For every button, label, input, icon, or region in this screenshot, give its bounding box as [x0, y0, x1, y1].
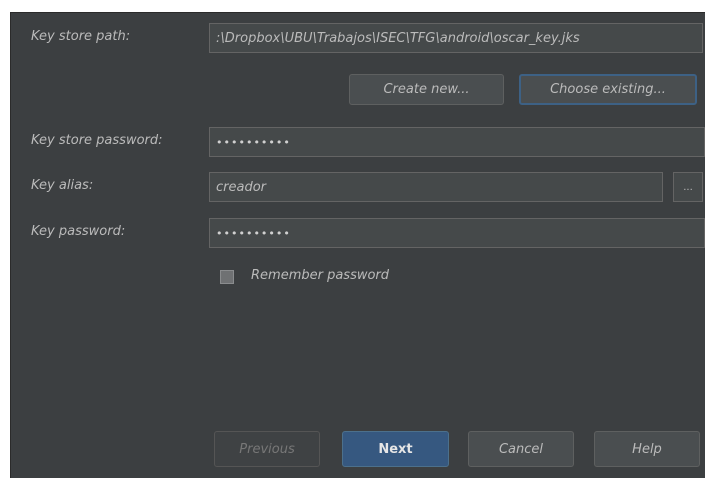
key-alias-field[interactable]: creador — [209, 172, 663, 202]
keystore-password-field[interactable]: •••••••••• — [209, 127, 705, 157]
cancel-button[interactable]: Cancel — [468, 431, 574, 467]
create-new-button[interactable]: Create new... — [349, 74, 504, 105]
browse-alias-button[interactable]: ... — [673, 172, 703, 202]
key-password-label: Key password: — [31, 224, 126, 239]
help-button[interactable]: Help — [594, 431, 700, 467]
keystore-path-field[interactable]: :\Dropbox\UBU\Trabajos\ISEC\TFG\android\… — [209, 23, 703, 53]
keystore-password-label: Key store password: — [31, 133, 163, 148]
previous-button[interactable]: Previous — [214, 431, 320, 467]
keystore-path-label: Key store path: — [31, 29, 131, 44]
signing-dialog: Key store path: :\Dropbox\UBU\Trabajos\I… — [10, 12, 705, 478]
remember-password-checkbox[interactable] — [220, 270, 234, 284]
choose-existing-button[interactable]: Choose existing... — [519, 74, 697, 105]
next-button[interactable]: Next — [342, 431, 449, 467]
remember-password-label[interactable]: Remember password — [251, 268, 389, 283]
key-alias-label: Key alias: — [31, 178, 94, 193]
key-password-field[interactable]: •••••••••• — [209, 218, 705, 248]
